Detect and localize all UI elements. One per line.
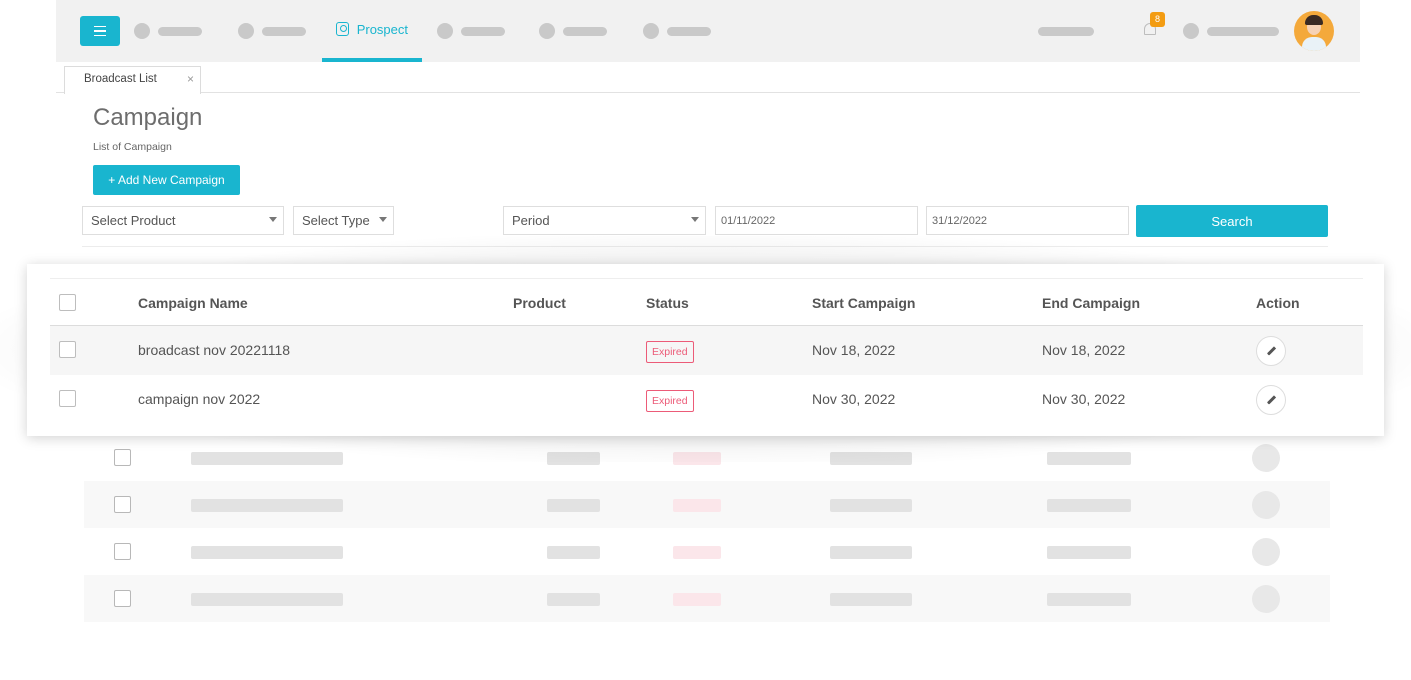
avatar[interactable]	[1294, 11, 1334, 51]
select-product-value: Select Product	[91, 213, 176, 228]
row-checkbox[interactable]	[114, 543, 131, 560]
select-period[interactable]: Period	[503, 206, 706, 235]
edit-pencil-icon	[1266, 395, 1276, 405]
page-subtitle: List of Campaign	[93, 141, 172, 153]
nav-item-placeholder-4[interactable]	[539, 0, 607, 62]
edit-button-placeholder[interactable]	[1252, 585, 1280, 613]
notification-badge: 8	[1150, 12, 1165, 27]
column-header-start-campaign[interactable]: Start Campaign	[812, 295, 915, 311]
end-date-field[interactable]: 31/12/2022	[926, 206, 1129, 235]
table-row-placeholder	[84, 481, 1330, 528]
select-type[interactable]: Select Type	[293, 206, 394, 235]
campaign-name: campaign nov 2022	[138, 391, 261, 407]
tab-broadcast-list[interactable]: Broadcast List ×	[64, 66, 201, 94]
start-date-value: 01/11/2022	[721, 215, 776, 227]
start-campaign-date: Nov 30, 2022	[812, 391, 896, 407]
edit-button[interactable]	[1256, 385, 1286, 415]
search-button[interactable]: Search	[1136, 205, 1328, 237]
campaign-name: broadcast nov 20221118	[138, 342, 291, 358]
menu-icon[interactable]	[80, 16, 120, 46]
column-header-action: Action	[1256, 295, 1300, 311]
nav-placeholder-text	[1038, 0, 1094, 62]
table-row[interactable]: campaign nov 2022 Expired Nov 30, 2022 N…	[50, 375, 1363, 424]
add-new-campaign-label: + Add New Campaign	[108, 173, 225, 187]
nav-item-prospect[interactable]: Prospect	[322, 0, 422, 62]
table-row-placeholder	[84, 575, 1330, 622]
status-badge: Expired	[646, 341, 694, 363]
row-checkbox[interactable]	[114, 496, 131, 513]
page-title: Campaign	[93, 104, 203, 131]
close-icon[interactable]: ×	[187, 72, 194, 86]
column-header-product[interactable]: Product	[513, 295, 566, 311]
add-new-campaign-button[interactable]: + Add New Campaign	[93, 165, 240, 195]
table-row-placeholder	[84, 528, 1330, 575]
select-period-value: Period	[512, 213, 550, 228]
edit-button[interactable]	[1256, 336, 1286, 366]
nav-item-placeholder-5[interactable]	[643, 0, 711, 62]
edit-pencil-icon	[1266, 346, 1276, 356]
column-header-end-campaign[interactable]: End Campaign	[1042, 295, 1140, 311]
status-badge: Expired	[646, 390, 694, 412]
tab-strip: Broadcast List ×	[56, 62, 1360, 94]
end-campaign-date: Nov 30, 2022	[1042, 391, 1126, 407]
column-header-campaign-name[interactable]: Campaign Name	[138, 295, 248, 311]
start-date-field[interactable]: 01/11/2022	[715, 206, 918, 235]
nav-item-prospect-label: Prospect	[356, 21, 408, 37]
top-navbar: Prospect 8	[56, 0, 1360, 62]
table-header: Campaign Name Product Status Start Campa…	[50, 278, 1363, 326]
select-type-value: Select Type	[302, 213, 370, 228]
row-checkbox[interactable]	[114, 590, 131, 607]
end-date-value: 31/12/2022	[932, 215, 988, 227]
search-button-label: Search	[1211, 213, 1253, 229]
prospect-icon	[336, 22, 349, 36]
caret-down-icon	[691, 217, 699, 222]
table-row[interactable]: broadcast nov 20221118 Expired Nov 18, 2…	[50, 326, 1363, 375]
tab-broadcast-list-label: Broadcast List	[84, 73, 157, 85]
edit-button-placeholder[interactable]	[1252, 491, 1280, 519]
column-header-status[interactable]: Status	[646, 295, 689, 311]
select-all-checkbox[interactable]	[59, 294, 76, 311]
caret-down-icon	[379, 217, 387, 222]
row-checkbox[interactable]	[59, 341, 76, 358]
nav-item-placeholder-2[interactable]	[238, 0, 306, 62]
start-campaign-date: Nov 18, 2022	[812, 342, 896, 358]
caret-down-icon	[269, 217, 277, 222]
row-checkbox[interactable]	[59, 390, 76, 407]
end-campaign-date: Nov 18, 2022	[1042, 342, 1126, 358]
nav-item-placeholder-3[interactable]	[437, 0, 505, 62]
edit-button-placeholder[interactable]	[1252, 538, 1280, 566]
campaign-table-card: Campaign Name Product Status Start Campa…	[27, 264, 1384, 436]
user-menu[interactable]	[1183, 0, 1279, 62]
select-product[interactable]: Select Product	[82, 206, 284, 235]
nav-item-placeholder-1[interactable]	[134, 0, 202, 62]
